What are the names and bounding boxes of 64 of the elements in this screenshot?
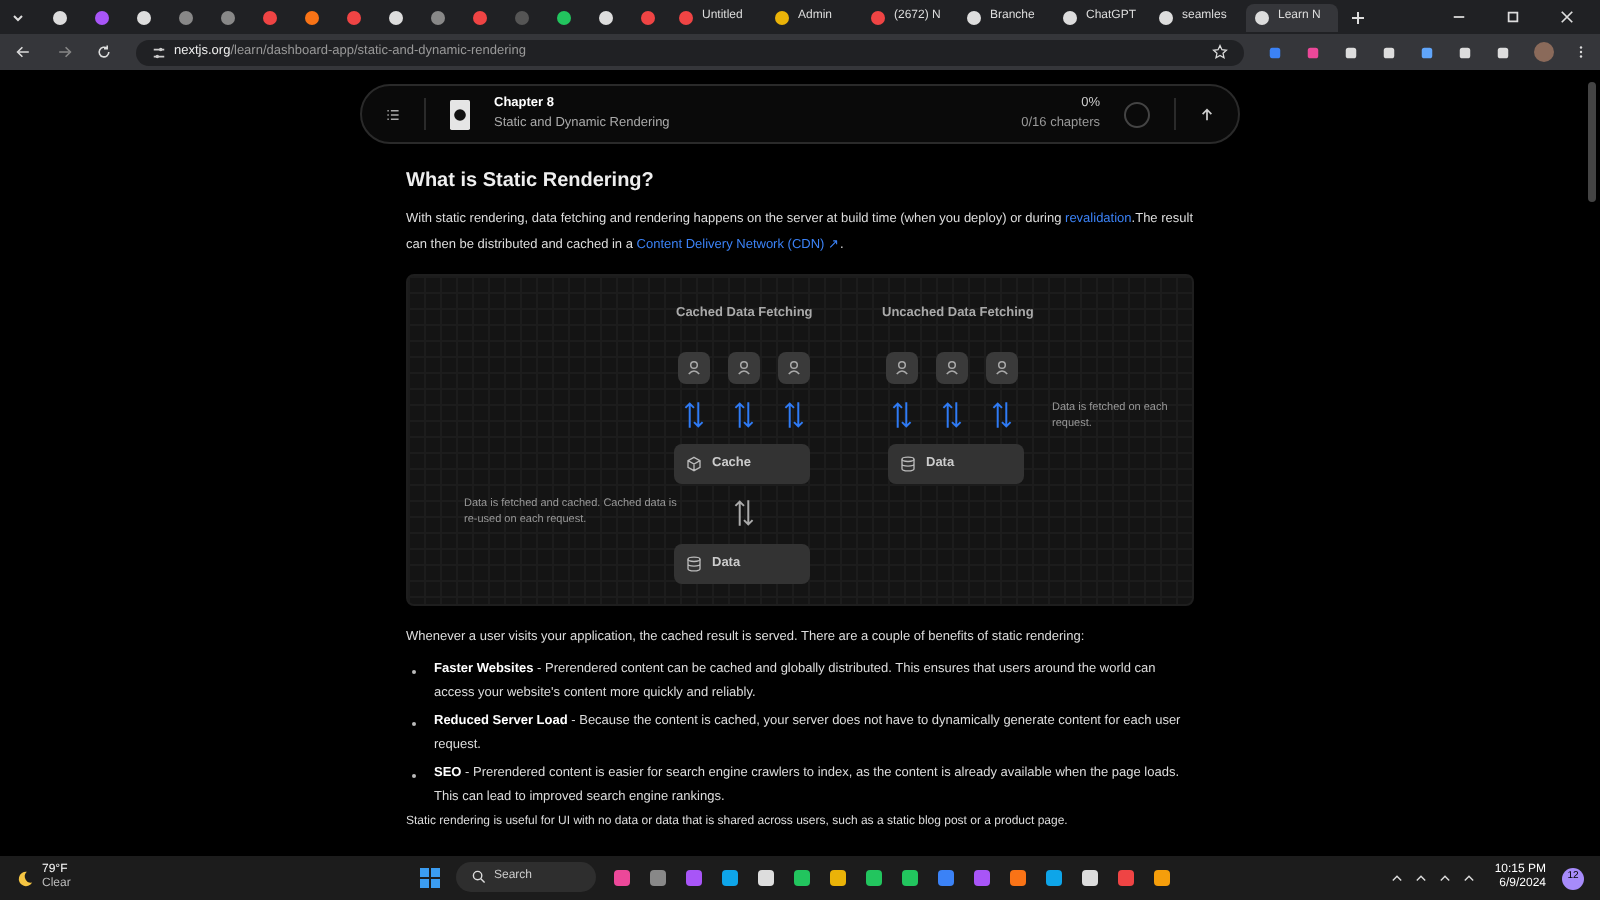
minimize-icon[interactable] [1452, 10, 1466, 24]
favicon-icon [1254, 9, 1270, 25]
favicon-icon [870, 9, 886, 25]
user-icon [728, 352, 760, 384]
user-icon [986, 352, 1018, 384]
start-icon[interactable] [420, 867, 440, 887]
search-icon [472, 870, 486, 884]
favicon-icon [345, 9, 361, 25]
up-down-arrows-icon [684, 398, 704, 432]
database-icon [686, 556, 702, 572]
favicon-icon [774, 9, 790, 25]
user-icon [886, 352, 918, 384]
progress-ring [1124, 101, 1150, 127]
favicon-icon [1062, 9, 1078, 25]
up-down-arrows-icon [942, 398, 962, 432]
back-icon[interactable] [16, 44, 32, 60]
extension-icon[interactable] [1344, 45, 1358, 59]
extension-icon[interactable] [1458, 45, 1472, 59]
site-settings-icon [152, 45, 166, 59]
favicon-icon [639, 9, 655, 25]
user-icon [778, 352, 810, 384]
favicon-icon [261, 9, 277, 25]
list-icon[interactable] [386, 107, 400, 121]
database-icon [900, 456, 916, 472]
chapter-cover-icon [450, 99, 470, 129]
scroll-up-icon[interactable] [1200, 107, 1214, 121]
favicon-icon [51, 9, 67, 25]
up-down-arrows-icon [992, 398, 1012, 432]
cube-icon [686, 456, 702, 472]
user-icon [936, 352, 968, 384]
favicon-icon [966, 9, 982, 25]
restore-icon[interactable] [1506, 10, 1520, 24]
reload-icon[interactable] [96, 44, 112, 60]
new-tab-icon[interactable] [1350, 9, 1366, 25]
extension-icon[interactable] [1420, 45, 1434, 59]
favicon-icon [177, 9, 193, 25]
favicon-icon [513, 9, 529, 25]
favicon-icon [471, 9, 487, 25]
close-icon[interactable] [1560, 10, 1574, 24]
bookmark-star-icon[interactable] [1212, 44, 1228, 60]
favicon-icon [387, 9, 403, 25]
up-down-arrows-icon [892, 398, 912, 432]
section-heading: What is Static Rendering? [406, 168, 656, 196]
up-down-arrows-icon [734, 398, 754, 432]
favicon-icon [597, 9, 613, 25]
favicon-icon [93, 9, 109, 25]
up-down-arrows-icon [734, 496, 754, 530]
extension-icon[interactable] [1382, 45, 1396, 59]
moon-icon [16, 869, 34, 887]
up-down-arrows-icon [784, 398, 804, 432]
extension-icon[interactable] [1496, 45, 1510, 59]
profile-avatar[interactable] [1534, 42, 1554, 62]
favicon-icon [1158, 9, 1174, 25]
favicon-icon [303, 9, 319, 25]
user-icon [678, 352, 710, 384]
more-menu-icon[interactable] [1578, 44, 1584, 60]
caret-up-icon[interactable] [1390, 871, 1405, 885]
favicon-icon [555, 9, 571, 25]
favicon-icon [429, 9, 445, 25]
forward-icon[interactable] [56, 44, 72, 60]
favicon-icon [135, 9, 151, 25]
favicon-icon [678, 9, 694, 25]
scrollbar-thumb[interactable] [1588, 82, 1596, 202]
favicon-icon [219, 9, 235, 25]
